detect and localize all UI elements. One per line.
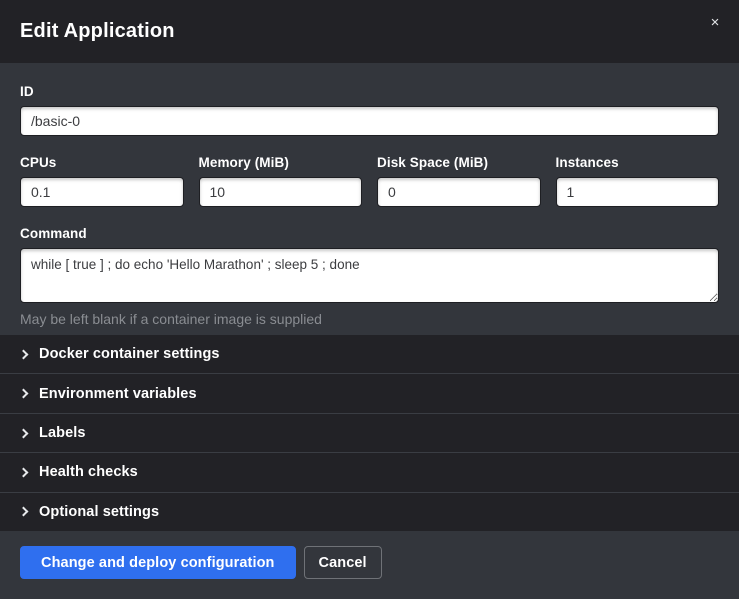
disk-input[interactable]	[377, 177, 541, 207]
section-labels[interactable]: Labels	[0, 413, 739, 452]
memory-input[interactable]	[199, 177, 363, 207]
section-environment-variables[interactable]: Environment variables	[0, 373, 739, 412]
section-label: Health checks	[39, 464, 138, 480]
resources-row: CPUs Memory (MiB) Disk Space (MiB) Insta…	[20, 155, 719, 207]
memory-label: Memory (MiB)	[199, 155, 363, 170]
section-label: Docker container settings	[39, 346, 220, 362]
cpus-label: CPUs	[20, 155, 184, 170]
section-label: Optional settings	[39, 504, 159, 520]
collapsible-sections: Docker container settings Environment va…	[0, 335, 739, 531]
cancel-button[interactable]: Cancel	[304, 546, 382, 579]
command-label: Command	[20, 226, 719, 241]
disk-field-group: Disk Space (MiB)	[377, 155, 541, 207]
instances-field-group: Instances	[556, 155, 720, 207]
section-label: Environment variables	[39, 386, 197, 402]
section-optional-settings[interactable]: Optional settings	[0, 492, 739, 531]
instances-label: Instances	[556, 155, 720, 170]
command-help-text: May be left blank if a container image i…	[20, 311, 719, 327]
chevron-right-icon	[19, 428, 29, 438]
section-label: Labels	[39, 425, 86, 441]
application-form: ID CPUs Memory (MiB) Disk Space (MiB) In…	[0, 63, 739, 335]
cpus-input[interactable]	[20, 177, 184, 207]
command-textarea[interactable]: while [ true ] ; do echo 'Hello Marathon…	[20, 248, 719, 303]
id-input[interactable]	[20, 106, 719, 136]
chevron-right-icon	[19, 389, 29, 399]
edit-application-modal: Edit Application × ID CPUs Memory (MiB) …	[0, 0, 739, 599]
page-title: Edit Application	[20, 20, 175, 43]
chevron-right-icon	[19, 467, 29, 477]
id-field-group: ID	[20, 84, 719, 136]
modal-header: Edit Application ×	[0, 0, 739, 63]
cpus-field-group: CPUs	[20, 155, 184, 207]
command-field-group: Command while [ true ] ; do echo 'Hello …	[20, 226, 719, 327]
change-and-deploy-button[interactable]: Change and deploy configuration	[20, 546, 296, 579]
id-label: ID	[20, 84, 719, 99]
disk-label: Disk Space (MiB)	[377, 155, 541, 170]
section-docker-container-settings[interactable]: Docker container settings	[0, 335, 739, 373]
chevron-right-icon	[19, 507, 29, 517]
close-icon[interactable]: ×	[705, 13, 725, 33]
chevron-right-icon	[19, 349, 29, 359]
memory-field-group: Memory (MiB)	[199, 155, 363, 207]
instances-input[interactable]	[556, 177, 720, 207]
section-health-checks[interactable]: Health checks	[0, 452, 739, 491]
modal-footer: Change and deploy configuration Cancel	[0, 531, 739, 599]
